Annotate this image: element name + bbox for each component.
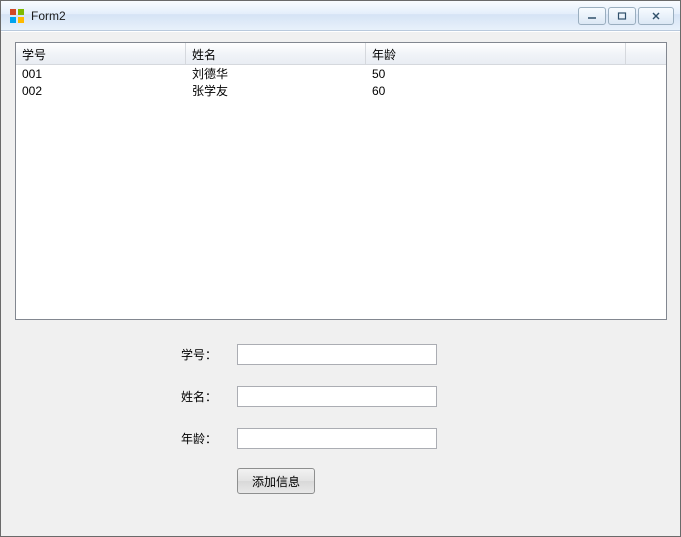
cell-id: 002 [16,84,186,98]
column-header-name[interactable]: 姓名 [186,43,366,64]
label-id: 学号： [181,346,237,363]
age-input[interactable] [237,428,437,449]
form-row-age: 年龄： [181,426,437,450]
listview-header: 学号 姓名 年龄 [16,43,666,65]
column-header-tail [626,43,666,64]
close-button[interactable] [638,7,674,25]
listview-body: 001 刘德华 50 002 张学友 60 [16,65,666,99]
cell-name: 张学友 [186,82,366,99]
form-row-id: 学号： [181,342,437,366]
window-title: Form2 [31,9,578,23]
add-info-button[interactable]: 添加信息 [237,468,315,494]
cell-age: 50 [366,67,626,81]
app-icon [9,8,25,24]
label-age: 年龄： [181,430,237,447]
form-area: 学号： 姓名： 年龄： 添加信息 [181,342,437,494]
column-header-age[interactable]: 年龄 [366,43,626,64]
titlebar[interactable]: Form2 [1,1,680,31]
minimize-button[interactable] [578,7,606,25]
button-row: 添加信息 [237,468,437,494]
table-row[interactable]: 002 张学友 60 [16,82,666,99]
form-row-name: 姓名： [181,384,437,408]
name-input[interactable] [237,386,437,407]
column-header-id[interactable]: 学号 [16,43,186,64]
cell-name: 刘德华 [186,65,366,82]
client-area: 学号 姓名 年龄 001 刘德华 50 002 张学友 60 学 [1,31,680,536]
id-input[interactable] [237,344,437,365]
window-frame: Form2 学号 姓名 年龄 001 刘德华 [0,0,681,537]
listview[interactable]: 学号 姓名 年龄 001 刘德华 50 002 张学友 60 [15,42,667,320]
cell-age: 60 [366,84,626,98]
window-controls [578,7,674,25]
cell-id: 001 [16,67,186,81]
table-row[interactable]: 001 刘德华 50 [16,65,666,82]
label-name: 姓名： [181,388,237,405]
maximize-button[interactable] [608,7,636,25]
